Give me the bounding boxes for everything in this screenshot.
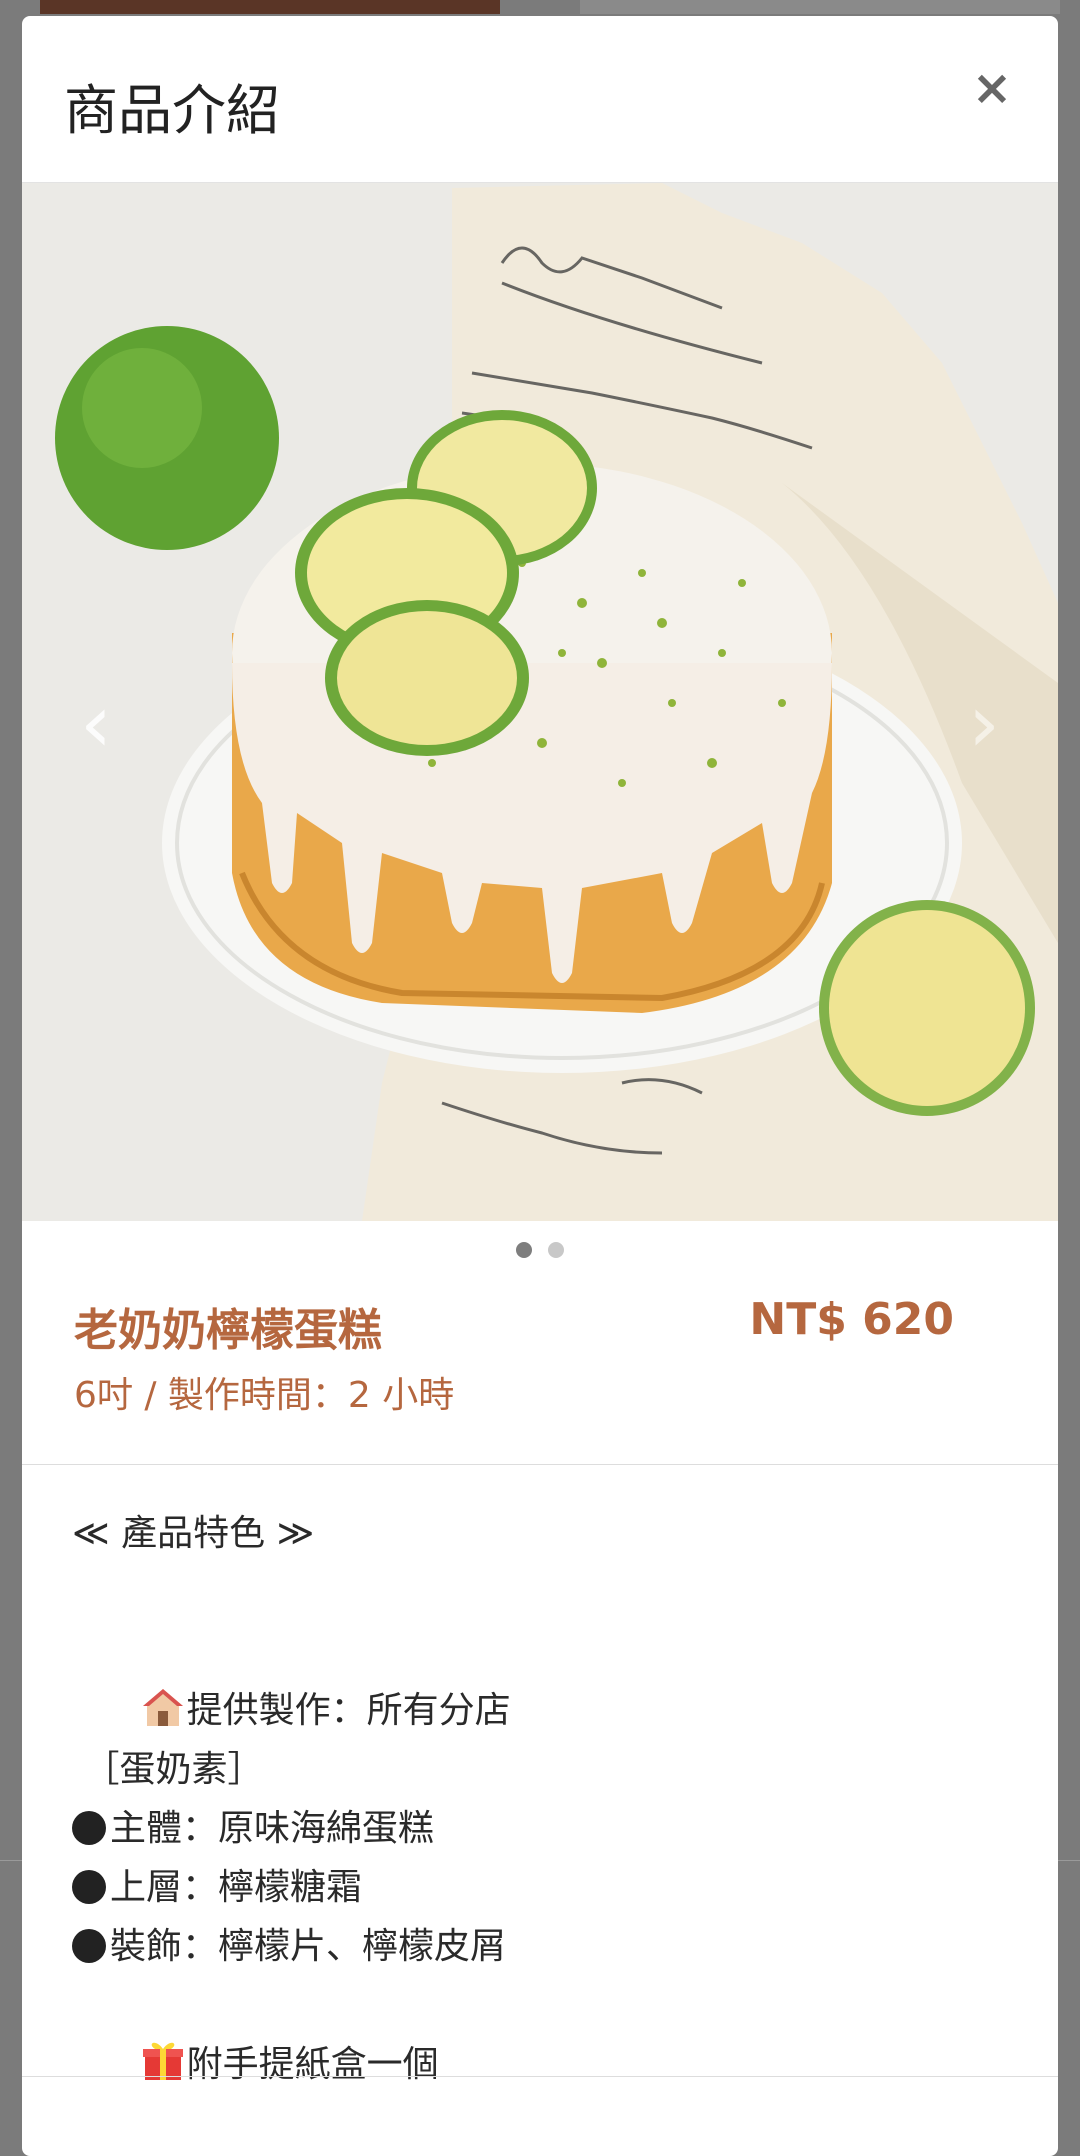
backdrop-image-edge [40,0,500,14]
carousel-prev-button[interactable]: ‹ [66,673,126,773]
gift-text: 附手提紙盒一個 [186,2044,439,2085]
diet-label: ［蛋奶素］ [72,1749,264,1790]
bullet-icon [72,1870,106,1904]
bullet-icon [72,1929,106,1963]
location-text: 提供製作：所有分店 [186,1690,511,1731]
product-photo [22,183,1058,1221]
list-item: 主體：原味海綿蛋糕 [72,1799,1002,1858]
bullet-icon [72,1811,106,1845]
modal-header: 商品介紹 × [22,16,1058,183]
product-modal: 商品介紹 × ‹ › 老奶奶檸檬蛋糕 NT$ 620 6吋 / 製作時間：2 小… [22,16,1058,2156]
carousel-dot-2[interactable] [548,1242,564,1258]
section-divider-bottom [22,2076,1058,2077]
gift-line: 附手提紙盒一個 [72,1976,1002,2085]
modal-title: 商品介紹 [64,79,280,142]
list-item-text: 主體：原味海綿蛋糕 [110,1808,435,1849]
product-name: 老奶奶檸檬蛋糕 [74,1305,382,1356]
carousel-dot-1[interactable] [516,1242,532,1258]
carousel-indicators [22,1242,1058,1266]
backdrop-edge [580,0,1060,14]
carousel-next-button[interactable]: › [954,673,1014,773]
product-image-carousel[interactable]: ‹ › [22,183,1058,1221]
product-description: ≪ 產品特色 ≫ 提供製作：所有分店 ［蛋奶素］ 主體：原味海綿蛋糕 上層：檸檬… [72,1504,1002,2085]
list-item: 上層：檸檬糖霜 [72,1858,1002,1917]
product-meta: 6吋 / 製作時間：2 小時 [74,1375,455,1416]
close-button[interactable]: × [962,58,1022,118]
list-item-text: 上層：檸檬糖霜 [110,1867,363,1908]
list-item: 裝飾：檸檬片、檸檬皮屑 [72,1917,1002,1976]
house-icon [142,1689,183,1726]
product-price: NT$ 620 [749,1294,954,1345]
description-heading: ≪ 產品特色 ≫ [72,1513,315,1554]
section-divider [22,1464,1058,1465]
list-item-text: 裝飾：檸檬片、檸檬皮屑 [110,1926,507,1967]
location-line: 提供製作：所有分店 [72,1622,1002,1731]
